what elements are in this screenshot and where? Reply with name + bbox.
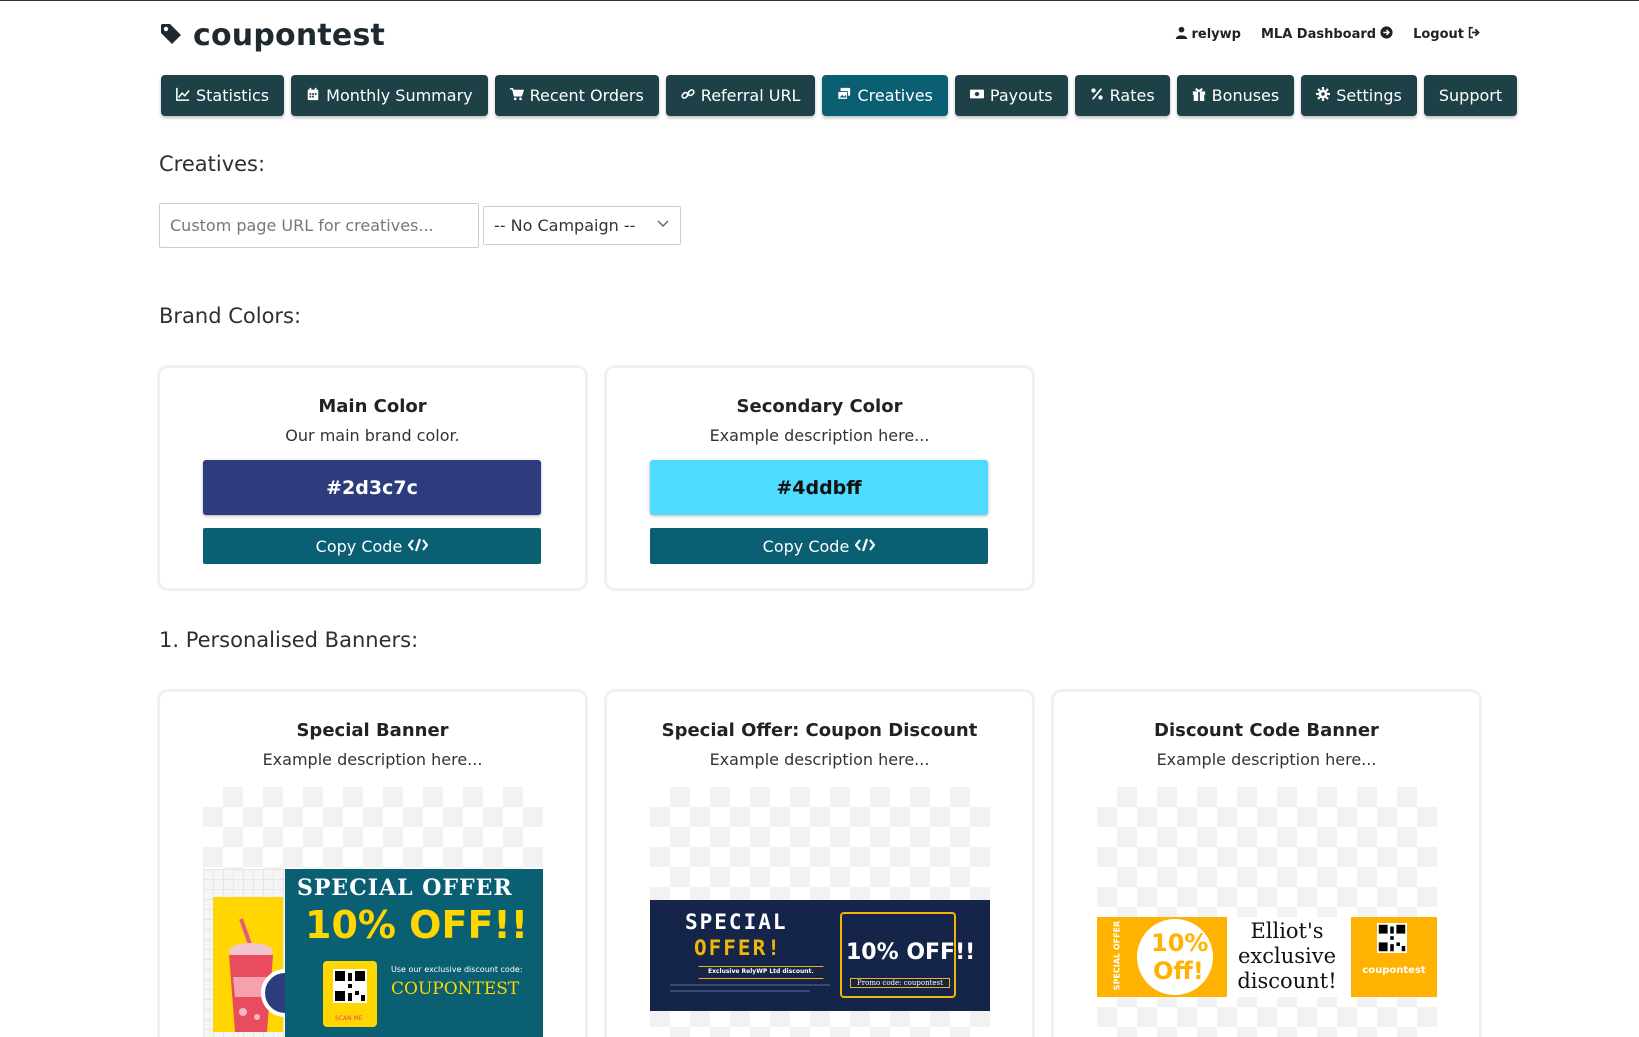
banner-preview[interactable]: SPECIAL OFFER 10% Off! Elliot's exclusiv… xyxy=(1097,787,1437,1037)
brand-name: coupontest xyxy=(193,18,386,53)
user-icon xyxy=(1175,26,1188,43)
banner-card-title: Discount Code Banner xyxy=(1154,720,1379,741)
banner-code: COUPONTEST xyxy=(391,979,520,999)
banner-headline: SPECIAL OFFER xyxy=(297,875,513,901)
tab-label: Recent Orders xyxy=(529,86,644,105)
mla-dashboard-link[interactable]: MLA Dashboard xyxy=(1261,26,1393,43)
qr-code-icon xyxy=(333,969,367,1007)
tab-label: Rates xyxy=(1109,86,1155,105)
banner-line2: exclusive xyxy=(1237,944,1337,968)
top-links: relywp MLA Dashboard Logout xyxy=(1175,26,1482,43)
banner-card-coupon-discount: Special Offer: Coupon Discount Example d… xyxy=(607,692,1032,1037)
calendar-icon xyxy=(306,86,320,105)
coupon-discount-banner: SPECIAL OFFER! Exclusive RelyWP Ltd disc… xyxy=(650,900,990,1011)
chart-line-icon xyxy=(176,86,190,105)
tab-label: Monthly Summary xyxy=(326,86,473,105)
user-name: relywp xyxy=(1191,27,1241,42)
color-swatch: #4ddbff xyxy=(650,460,988,515)
banner-preview[interactable]: SPECIAL OFFER! Exclusive RelyWP Ltd disc… xyxy=(650,787,990,1037)
copy-code-button[interactable]: Copy Code xyxy=(203,528,541,564)
banner-preview[interactable]: SPECIAL OFFER 10% OFF!! SCAN ME Use our … xyxy=(203,787,543,1037)
banner-code: coupontest xyxy=(1362,965,1426,976)
tab-creatives[interactable]: Creatives xyxy=(822,75,948,116)
tab-label: Payouts xyxy=(989,86,1053,105)
creatives-heading: Creatives: xyxy=(159,152,266,176)
color-card-secondary: Secondary Color Example description here… xyxy=(607,368,1032,588)
banner-line2: OFFER! xyxy=(694,936,782,960)
chevron-down-icon xyxy=(656,216,670,235)
sign-out-icon xyxy=(1468,26,1481,43)
tag-icon xyxy=(159,22,183,50)
banner-promo: Promo code: coupontest xyxy=(850,978,950,988)
banner-side-label: SPECIAL OFFER xyxy=(1112,920,1122,991)
tab-label: Settings xyxy=(1336,86,1402,105)
color-card-title: Secondary Color xyxy=(736,396,903,417)
banner-line3: discount! xyxy=(1237,969,1337,993)
brand-colors-heading: Brand Colors: xyxy=(159,304,302,328)
logout-link[interactable]: Logout xyxy=(1413,26,1481,43)
banner-card-title: Special Offer: Coupon Discount xyxy=(661,720,978,741)
campaign-selected-value: -- No Campaign -- xyxy=(494,216,636,235)
tab-label: Referral URL xyxy=(700,86,801,105)
percent-icon xyxy=(1090,86,1104,105)
tab-statistics[interactable]: Statistics xyxy=(161,75,285,116)
color-card-main: Main Color Our main brand color. #2d3c7c… xyxy=(160,368,585,588)
banner-card-title: Special Banner xyxy=(296,720,449,741)
dashboard-label: MLA Dashboard xyxy=(1260,27,1377,42)
main-nav: Statistics Monthly Summary Recent Orders… xyxy=(161,75,1518,116)
banner-card-desc: Example description here... xyxy=(709,750,930,769)
logout-label: Logout xyxy=(1413,27,1464,42)
banner-pct: 10% xyxy=(1151,929,1209,957)
tab-label: Creatives xyxy=(857,86,933,105)
banner-exclusive: Exclusive RelyWP Ltd discount. xyxy=(708,968,814,975)
copy-code-button[interactable]: Copy Code xyxy=(650,528,988,564)
tab-recent-orders[interactable]: Recent Orders xyxy=(494,75,659,116)
banner-card-discount-code: Discount Code Banner Example description… xyxy=(1054,692,1479,1037)
gift-icon xyxy=(1192,86,1206,105)
banner-discount: 10% OFF!! xyxy=(305,903,529,947)
tab-label: Bonuses xyxy=(1211,86,1280,105)
color-swatch: #2d3c7c xyxy=(203,460,541,515)
user-link[interactable]: relywp xyxy=(1175,26,1241,43)
top-border xyxy=(0,0,1639,1)
copy-label: Copy Code xyxy=(762,536,850,556)
copy-label: Copy Code xyxy=(315,536,403,556)
color-card-desc: Our main brand color. xyxy=(285,426,460,445)
banner-off: Off! xyxy=(1153,957,1204,985)
banners-heading: 1. Personalised Banners: xyxy=(159,628,419,652)
scan-me-label: SCAN ME xyxy=(335,1015,363,1022)
campaign-select[interactable]: -- No Campaign -- xyxy=(483,206,681,245)
circle-arrow-right-icon xyxy=(1380,26,1393,43)
qr-code-icon xyxy=(1377,923,1407,957)
link-icon xyxy=(681,86,695,105)
tab-bonuses[interactable]: Bonuses xyxy=(1176,75,1295,116)
money-icon xyxy=(969,86,984,105)
gear-icon xyxy=(1316,86,1331,105)
code-icon xyxy=(854,537,876,556)
cart-icon xyxy=(509,86,524,105)
tab-label: Statistics xyxy=(196,86,270,105)
images-icon xyxy=(837,86,851,105)
color-card-title: Main Color xyxy=(318,396,427,417)
discount-code-banner: SPECIAL OFFER 10% Off! Elliot's exclusiv… xyxy=(1097,917,1437,997)
tab-rates[interactable]: Rates xyxy=(1074,75,1170,116)
banner-line1: SPECIAL xyxy=(685,910,788,934)
color-card-desc: Example description here... xyxy=(709,426,930,445)
tab-monthly-summary[interactable]: Monthly Summary xyxy=(291,75,488,116)
tab-label: Support xyxy=(1438,86,1503,105)
banner-line1: Elliot's xyxy=(1250,919,1324,943)
special-offer-banner: SPECIAL OFFER 10% OFF!! SCAN ME Use our … xyxy=(203,869,543,1037)
banner-card-special: Special Banner Example description here.… xyxy=(160,692,585,1037)
banner-use-text: Use our exclusive discount code: xyxy=(391,965,523,974)
tab-support[interactable]: Support xyxy=(1423,75,1518,116)
tab-referral-url[interactable]: Referral URL xyxy=(665,75,816,116)
banner-discount: 10% OFF!! xyxy=(846,940,976,965)
tab-settings[interactable]: Settings xyxy=(1301,75,1417,116)
banner-card-desc: Example description here... xyxy=(1156,750,1377,769)
custom-url-input[interactable] xyxy=(159,203,479,248)
brand-logo[interactable]: coupontest xyxy=(159,18,385,53)
tab-payouts[interactable]: Payouts xyxy=(954,75,1068,116)
banner-card-desc: Example description here... xyxy=(262,750,483,769)
code-icon xyxy=(407,537,429,556)
